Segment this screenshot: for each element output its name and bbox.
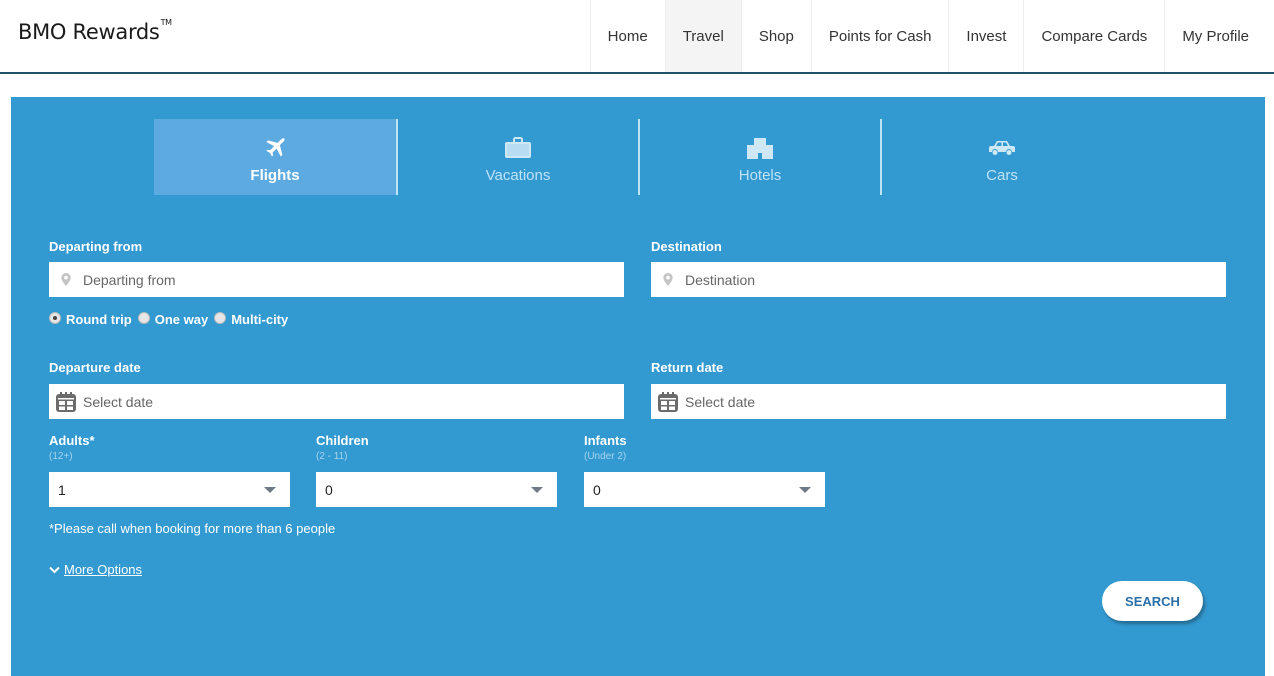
- chevron-down-icon: [49, 566, 60, 573]
- radio-round-trip[interactable]: Round trip: [49, 311, 132, 327]
- chevron-down-icon: [264, 487, 276, 493]
- return-date-label: Return date: [651, 360, 724, 375]
- tab-flights[interactable]: Flights: [154, 119, 396, 195]
- destination-placeholder: Destination: [685, 271, 756, 288]
- return-date-placeholder: Select date: [685, 393, 756, 410]
- radio-multi-city[interactable]: Multi-city: [214, 311, 289, 327]
- infants-age-hint: (Under 2): [584, 451, 627, 462]
- nav-home[interactable]: Home: [589, 0, 665, 72]
- tab-label: Vacations: [485, 166, 551, 184]
- infants-value: 0: [593, 481, 601, 498]
- calendar-icon[interactable]: [651, 391, 685, 413]
- radio-label: Round trip: [66, 312, 132, 327]
- building-icon: [746, 135, 774, 161]
- radio-label: One way: [154, 312, 209, 327]
- nav-invest[interactable]: Invest: [948, 0, 1023, 72]
- chevron-down-icon: [799, 487, 811, 493]
- adults-label: Adults*: [49, 433, 95, 448]
- tab-label: Cars: [986, 166, 1018, 184]
- travel-search-panel: Flights Vacations Hotels Cars Departing …: [11, 97, 1265, 676]
- trip-type-group: Round trip One way Multi-city: [49, 311, 294, 327]
- nav-shop[interactable]: Shop: [740, 0, 811, 72]
- departing-from-placeholder: Departing from: [83, 271, 176, 288]
- site-header: BMO RewardsTM Home Travel Shop Points fo…: [0, 0, 1274, 74]
- radio-button[interactable]: [137, 311, 150, 324]
- destination-label: Destination: [651, 239, 722, 254]
- departure-date-input[interactable]: Select date: [49, 384, 624, 419]
- chevron-down-icon: [531, 487, 543, 493]
- children-select[interactable]: 0: [316, 472, 557, 507]
- location-pin-icon: [49, 273, 83, 286]
- departing-from-label: Departing from: [49, 239, 143, 254]
- destination-input[interactable]: Destination: [651, 262, 1226, 297]
- children-value: 0: [325, 481, 333, 498]
- calendar-icon[interactable]: [49, 391, 83, 413]
- tab-label: Flights: [250, 166, 300, 184]
- logo-text: BMO Rewards: [18, 20, 160, 44]
- radio-label: Multi-city: [231, 312, 289, 327]
- adults-value: 1: [58, 481, 66, 498]
- infants-select[interactable]: 0: [584, 472, 825, 507]
- tab-hotels[interactable]: Hotels: [638, 119, 880, 195]
- location-pin-icon: [651, 273, 685, 286]
- infants-label: Infants: [584, 433, 627, 448]
- nav-points-for-cash[interactable]: Points for Cash: [810, 0, 949, 72]
- departing-from-input[interactable]: Departing from: [49, 262, 624, 297]
- tab-vacations[interactable]: Vacations: [396, 119, 638, 195]
- radio-button[interactable]: [214, 311, 227, 324]
- nav-my-profile[interactable]: My Profile: [1164, 0, 1266, 72]
- airplane-icon: [262, 135, 288, 161]
- trademark-mark: TM: [160, 18, 173, 27]
- nav-travel[interactable]: Travel: [664, 0, 741, 72]
- bmo-rewards-logo[interactable]: BMO RewardsTM: [18, 18, 173, 44]
- children-label: Children: [316, 433, 369, 448]
- adults-select[interactable]: 1: [49, 472, 290, 507]
- booking-note: *Please call when booking for more than …: [49, 521, 336, 536]
- travel-tabs: Flights Vacations Hotels Cars: [154, 119, 1122, 195]
- car-icon: [988, 135, 1016, 161]
- adults-age-hint: (12+): [49, 451, 73, 462]
- suitcase-icon: [504, 135, 532, 161]
- departure-date-placeholder: Select date: [83, 393, 154, 410]
- more-options-toggle[interactable]: More Options: [49, 562, 142, 577]
- children-age-hint: (2 - 11): [316, 451, 348, 462]
- main-nav: Home Travel Shop Points for Cash Invest …: [589, 0, 1266, 72]
- nav-compare-cards[interactable]: Compare Cards: [1023, 0, 1164, 72]
- radio-button[interactable]: [49, 311, 61, 324]
- more-options-link[interactable]: More Options: [64, 562, 142, 577]
- tab-label: Hotels: [738, 166, 782, 184]
- departure-date-label: Departure date: [49, 360, 141, 375]
- tab-cars[interactable]: Cars: [880, 119, 1122, 195]
- search-button[interactable]: SEARCH: [1102, 581, 1203, 621]
- radio-one-way[interactable]: One way: [137, 311, 209, 327]
- return-date-input[interactable]: Select date: [651, 384, 1226, 419]
